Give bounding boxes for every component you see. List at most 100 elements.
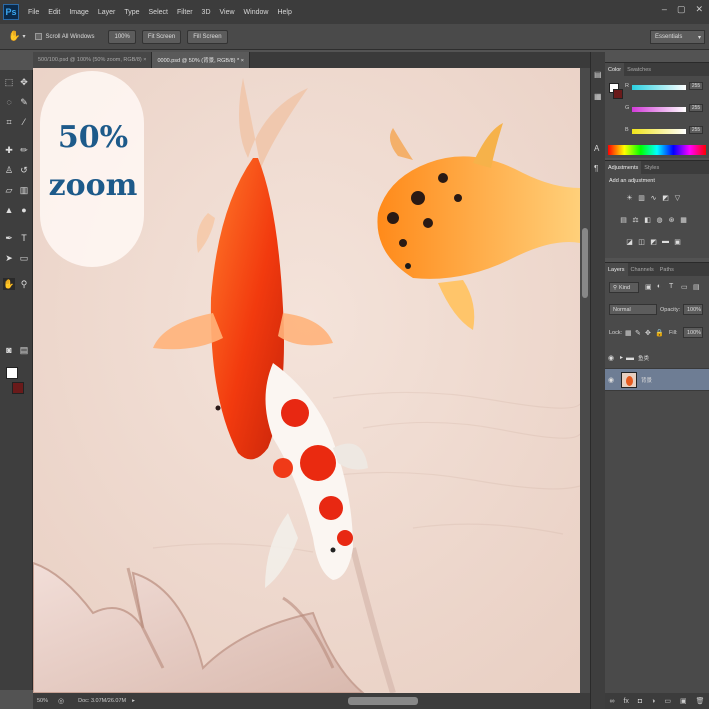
new-group-icon[interactable]: ▭ xyxy=(664,697,671,705)
brush-tool-icon[interactable]: ✏ xyxy=(18,144,30,156)
trash-icon[interactable]: 🗑 xyxy=(696,697,705,705)
shape-tool-icon[interactable]: ▭ xyxy=(18,252,30,264)
gradient-tool-icon[interactable]: ▥ xyxy=(18,184,30,196)
vibrance-icon[interactable]: ▽ xyxy=(673,193,682,202)
quick-mask-icon[interactable]: ◙ xyxy=(3,344,15,356)
color-balance-icon[interactable]: ⚖ xyxy=(631,215,640,224)
clone-stamp-tool-icon[interactable]: ♙ xyxy=(3,164,15,176)
hand-tool-icon[interactable]: ✋ xyxy=(8,31,20,42)
properties-icon[interactable]: ▦ xyxy=(594,92,602,101)
brightness-contrast-icon[interactable]: ☀ xyxy=(625,193,634,202)
tab-styles[interactable]: Styles xyxy=(641,161,662,174)
dodge-tool-icon[interactable]: ● xyxy=(18,204,30,216)
color-spectrum-bar[interactable] xyxy=(608,145,706,155)
eraser-tool-icon[interactable]: ▱ xyxy=(3,184,15,196)
lock-transparent-icon[interactable]: ▦ xyxy=(625,329,632,337)
type-tool-icon[interactable]: T xyxy=(18,232,30,244)
minimize-button[interactable]: – xyxy=(662,4,667,15)
blur-tool-icon[interactable]: ▲ xyxy=(3,204,15,216)
channel-mixer-icon[interactable]: ⊛ xyxy=(667,215,676,224)
status-menu-icon[interactable]: ▸ xyxy=(132,698,135,704)
black-white-icon[interactable]: ◧ xyxy=(643,215,652,224)
fill-field[interactable]: 100% xyxy=(683,327,703,338)
b-slider[interactable] xyxy=(632,129,686,134)
tab-channels[interactable]: Channels xyxy=(628,263,657,276)
filter-pixel-icon[interactable]: ▣ xyxy=(645,283,652,291)
zoom-100-button[interactable]: 100% xyxy=(108,29,136,44)
filter-type-icon[interactable]: T xyxy=(669,283,673,290)
character-icon[interactable]: ¶ xyxy=(594,164,598,173)
marquee-tool-icon[interactable]: ⬚ xyxy=(3,76,15,88)
menu-layer[interactable]: Layer xyxy=(98,9,116,16)
horizontal-scroll-thumb[interactable] xyxy=(348,697,418,705)
hand-tool-icon[interactable]: ✋ xyxy=(3,278,15,290)
lasso-tool-icon[interactable]: ◌ xyxy=(3,96,15,108)
doc-tab-1[interactable]: 500/100.psd @ 100% (50% zoom, RGB/8) × xyxy=(33,52,153,68)
menu-type[interactable]: Type xyxy=(124,9,139,16)
eye-icon[interactable]: ◉ xyxy=(605,354,617,362)
g-slider[interactable] xyxy=(632,107,686,112)
b-value[interactable]: 255 xyxy=(689,126,703,134)
hue-saturation-icon[interactable]: ▤ xyxy=(619,215,628,224)
pen-tool-icon[interactable]: ✒ xyxy=(3,232,15,244)
path-select-tool-icon[interactable]: ➤ xyxy=(3,252,15,264)
doc-tab-2[interactable]: 0000.psd @ 50% (背景, RGB/8) * × xyxy=(152,52,250,68)
r-slider[interactable] xyxy=(632,85,686,90)
menu-edit[interactable]: Edit xyxy=(48,9,60,16)
lock-pixels-icon[interactable]: ✎ xyxy=(635,329,641,337)
close-button[interactable]: ✕ xyxy=(695,4,703,15)
menu-image[interactable]: Image xyxy=(69,9,88,16)
filter-adjustment-icon[interactable]: ◐ xyxy=(657,283,661,290)
layer-row[interactable]: ◉ ▸ ▬ 鱼类 xyxy=(605,347,709,369)
selective-color-icon[interactable]: ▣ xyxy=(673,237,682,246)
filter-smart-icon[interactable]: ▤ xyxy=(693,283,700,291)
exposure-icon[interactable]: ◩ xyxy=(661,193,670,202)
history-brush-tool-icon[interactable]: ↺ xyxy=(18,164,30,176)
menu-3d[interactable]: 3D xyxy=(202,9,211,16)
color-lookup-icon[interactable]: ▦ xyxy=(679,215,688,224)
lock-position-icon[interactable]: ✥ xyxy=(645,329,651,337)
fill-screen-button[interactable]: Fill Screen xyxy=(187,29,228,44)
levels-icon[interactable]: ▥ xyxy=(637,193,646,202)
maximize-button[interactable]: ▢ xyxy=(677,4,686,15)
opacity-field[interactable]: 100% xyxy=(683,304,703,315)
r-value[interactable]: 255 xyxy=(689,82,703,90)
paragraph-icon[interactable]: A xyxy=(594,144,599,153)
invert-icon[interactable]: ◪ xyxy=(625,237,634,246)
chevron-right-icon[interactable]: ▸ xyxy=(620,354,623,361)
curves-icon[interactable]: ∿ xyxy=(649,193,658,202)
zoom-level[interactable]: 50% xyxy=(37,698,48,704)
doc-info-icon[interactable]: ◎ xyxy=(58,697,64,705)
menu-file[interactable]: File xyxy=(28,9,39,16)
new-layer-icon[interactable]: ▣ xyxy=(680,697,687,705)
background-color-swatch[interactable] xyxy=(12,382,24,394)
layer-row[interactable]: ◉ 背景 xyxy=(605,369,709,391)
add-mask-icon[interactable]: ◘ xyxy=(638,698,642,705)
foreground-color-swatch[interactable] xyxy=(6,367,18,379)
tab-swatches[interactable]: Swatches xyxy=(624,63,654,76)
g-value[interactable]: 255 xyxy=(689,104,703,112)
screen-mode-icon[interactable]: ▤ xyxy=(18,344,30,356)
photo-filter-icon[interactable]: ◍ xyxy=(655,215,664,224)
add-style-icon[interactable]: fx xyxy=(623,698,628,705)
menu-filter[interactable]: Filter xyxy=(177,9,193,16)
tab-paths[interactable]: Paths xyxy=(657,263,677,276)
zoom-tool-icon[interactable]: ⚲ xyxy=(18,278,30,290)
scroll-all-windows-checkbox[interactable] xyxy=(35,33,43,40)
eyedropper-tool-icon[interactable]: ⁄ xyxy=(18,116,30,128)
layer-filter-kind[interactable]: ⚲ Kind xyxy=(609,282,639,293)
menu-help[interactable]: Help xyxy=(277,9,291,16)
color-bg-swatch[interactable] xyxy=(613,89,623,99)
workspace-select[interactable]: Essentials ▾ xyxy=(650,30,705,44)
tab-layers[interactable]: Layers xyxy=(605,263,628,276)
tab-color[interactable]: Color xyxy=(605,63,625,76)
blend-mode-select[interactable]: Normal xyxy=(609,304,657,315)
tool-preset-chevron-icon[interactable]: ▾ xyxy=(22,33,25,40)
link-layers-icon[interactable]: ∞ xyxy=(609,698,614,705)
filter-shape-icon[interactable]: ▭ xyxy=(681,283,688,291)
menu-window[interactable]: Window xyxy=(244,9,269,16)
menu-view[interactable]: View xyxy=(220,9,235,16)
vertical-scroll-thumb[interactable] xyxy=(582,228,588,298)
history-icon[interactable]: ▤ xyxy=(594,70,602,79)
threshold-icon[interactable]: ◩ xyxy=(649,237,658,246)
